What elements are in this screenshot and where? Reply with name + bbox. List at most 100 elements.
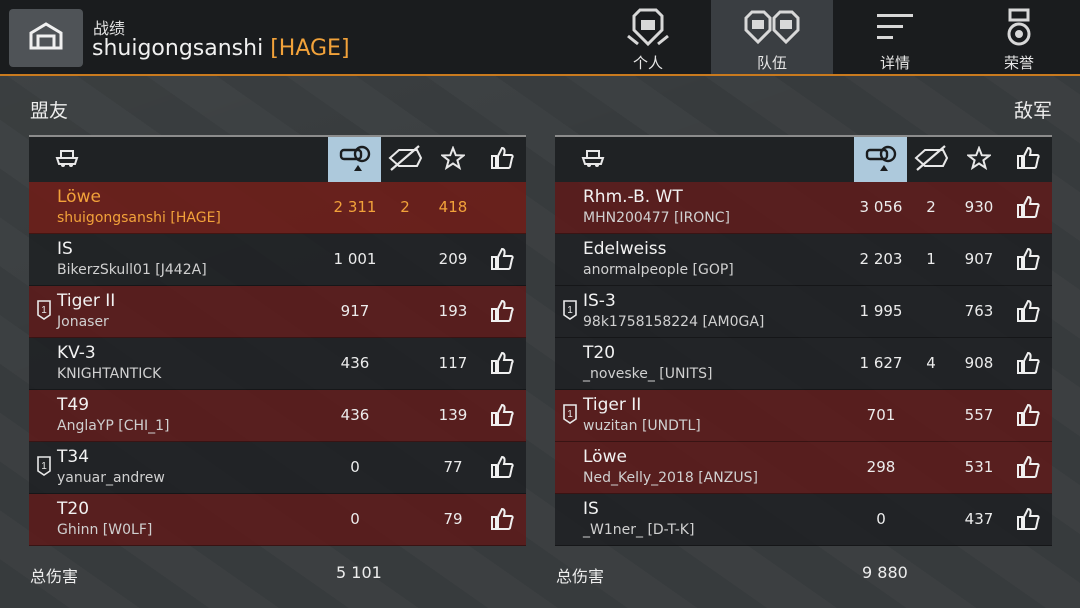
tab-honors-label: 荣誉 [1003,54,1034,72]
player-row[interactable]: IS _W1ner_ [D-T-K] 0 437 [555,494,1052,546]
vehicle-name: Tiger II [583,395,642,415]
kills-value: 2 [926,198,936,216]
player-row[interactable]: T20 _noveske_ [UNITS] 1 627 4 908 [555,338,1052,390]
home-button[interactable] [9,9,83,67]
rank-badge-icon: 1 [562,404,578,428]
thumbs-up-icon[interactable] [1015,506,1041,536]
tank-icon [55,148,79,172]
score-value: 930 [964,198,994,216]
star-icon [439,144,467,174]
team-crest-icon [742,8,802,48]
thumbs-up-icon[interactable] [1015,402,1041,432]
player-row[interactable]: Löwe shuigongsanshi [HAGE] 2 311 2 418 [29,182,526,234]
player-name: shuigongsanshi [92,36,264,61]
tab-details[interactable]: 详情 [834,0,956,74]
thumbs-up-icon[interactable] [489,298,515,328]
player-title: shuigongsanshi [HAGE] [92,36,350,61]
enemies-total-damage: 9 880 [862,563,908,582]
thumbs-up-icon[interactable] [489,506,515,536]
allies-total-damage: 5 101 [336,563,382,582]
allies-title: 盟友 [30,100,69,122]
star-icon [965,144,993,174]
thumbs-up-icon [489,145,515,175]
player-name: Ghinn [W0LF] [57,522,153,538]
player-name: Ned_Kelly_2018 [ANZUS] [583,470,758,486]
tab-details-label: 详情 [879,54,910,72]
vehicle-name: IS [57,239,73,259]
vehicle-name: Löwe [583,447,627,467]
thumbs-up-icon[interactable] [489,246,515,276]
sort-tank-icon[interactable] [49,137,85,182]
player-name: _W1ner_ [D-T-K] [583,522,695,538]
thumbs-up-icon[interactable] [1015,246,1041,276]
player-name: AnglaYP [CHI_1] [57,418,170,434]
thumbs-up-icon[interactable] [489,402,515,432]
thumbs-up-icon[interactable] [1015,298,1041,328]
player-row[interactable]: T20 Ghinn [W0LF] 0 79 [29,494,526,546]
player-clan: [HAGE] [270,36,350,61]
score-value: 908 [964,354,994,372]
damage-icon [864,141,898,179]
score-value: 77 [443,458,463,476]
vehicle-name: KV-3 [57,343,96,363]
sort-kills-icon[interactable] [910,137,952,182]
score-value: 907 [964,250,994,268]
score-value: 209 [438,250,468,268]
damage-value: 2 311 [333,198,377,216]
player-row[interactable]: 1 IS-3 98k1758158224 [AM0GA] 1 995 763 [555,286,1052,338]
sort-star-icon[interactable] [962,137,996,182]
kills-value: 1 [926,250,936,268]
damage-value: 298 [866,458,896,476]
medal-icon [1004,8,1034,48]
player-row[interactable]: 1 Tiger II Jonaser 917 193 [29,286,526,338]
tab-team-label: 队伍 [756,54,787,72]
player-row[interactable]: 1 Tiger II wuzitan [UNDTL] 701 557 [555,390,1052,442]
sort-thumbs-up-icon[interactable] [485,137,519,182]
player-row[interactable]: Rhm.-B. WT MHN200477 [IRONC] 3 056 2 930 [555,182,1052,234]
score-value: 139 [438,406,468,424]
details-lines-icon [875,8,915,48]
player-name: KNIGHTANTICK [57,366,162,382]
vehicle-name: Tiger II [57,291,116,311]
vehicle-name: T34 [57,447,90,467]
tab-personal-label: 个人 [632,54,663,72]
player-row[interactable]: Löwe Ned_Kelly_2018 [ANZUS] 298 531 [555,442,1052,494]
sort-thumbs-up-icon[interactable] [1011,137,1045,182]
damage-value: 0 [350,510,360,528]
player-row[interactable]: Edelweiss anormalpeople [GOP] 2 203 1 907 [555,234,1052,286]
thumbs-up-icon[interactable] [1015,454,1041,484]
thumbs-up-icon[interactable] [1015,194,1041,224]
damage-value: 0 [350,458,360,476]
rank-badge-icon: 1 [562,300,578,324]
garage-icon [29,21,63,55]
sort-tank-icon[interactable] [575,137,611,182]
score-value: 557 [964,406,994,424]
enemies-title: 敌军 [1013,100,1052,122]
svg-text:1: 1 [41,461,47,472]
tank-icon [581,148,605,172]
damage-value: 3 056 [859,198,903,216]
enemies-table: Rhm.-B. WT MHN200477 [IRONC] 3 056 2 930 Edel… [555,135,1052,546]
thumbs-up-icon[interactable] [489,350,515,380]
tab-team[interactable]: 队伍 [711,0,833,74]
thumbs-up-icon[interactable] [1015,350,1041,380]
kills-icon [387,144,423,176]
score-value: 531 [964,458,994,476]
player-row[interactable]: 1 T34 yanuar_andrew 0 77 [29,442,526,494]
tab-personal[interactable]: 个人 [587,0,709,74]
damage-value: 917 [340,302,370,320]
player-name: BikerzSkull01 [J442A] [57,262,207,278]
sort-kills-icon[interactable] [384,137,426,182]
sort-damage-icon[interactable] [328,137,381,182]
vehicle-name: IS [583,499,599,519]
kills-value: 2 [400,198,410,216]
player-row[interactable]: T49 AnglaYP [CHI_1] 436 139 [29,390,526,442]
thumbs-up-icon[interactable] [489,454,515,484]
tab-honors[interactable]: 荣誉 [958,0,1080,74]
player-row[interactable]: KV-3 KNIGHTANTICK 436 117 [29,338,526,390]
sort-star-icon[interactable] [436,137,470,182]
player-row[interactable]: IS BikerzSkull01 [J442A] 1 001 209 [29,234,526,286]
kills-icon [913,144,949,176]
sort-damage-icon[interactable] [854,137,907,182]
player-name: wuzitan [UNDTL] [583,418,701,434]
